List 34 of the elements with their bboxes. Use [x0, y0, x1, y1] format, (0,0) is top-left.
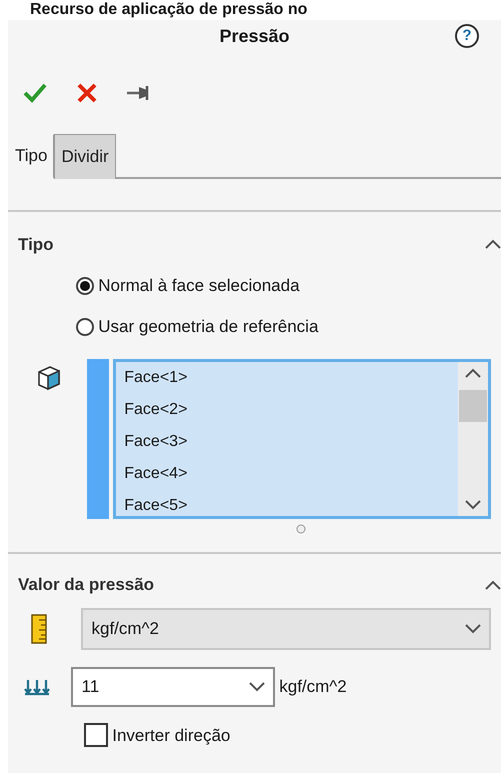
value-field[interactable]: 11: [71, 666, 275, 706]
ruler-icon: [31, 614, 47, 644]
list-item[interactable]: Face<3>: [116, 426, 458, 458]
tab[interactable]: Tipo: [8, 134, 54, 178]
unit-label: kgf/cm^2: [279, 676, 347, 698]
caret-icon[interactable]: [464, 624, 480, 634]
list-item[interactable]: Face<4>: [116, 458, 458, 490]
unit-dropdown[interactable]: kgf/cm^2: [81, 608, 491, 650]
scroll-thumb[interactable]: [459, 390, 487, 422]
list-item[interactable]: Face<2>: [116, 394, 458, 426]
caret-icon[interactable]: [248, 682, 264, 692]
list-item[interactable]: Face<1>: [116, 362, 458, 394]
option-label[interactable]: Usar geometria de referência: [98, 314, 318, 340]
tab[interactable]: Dividir: [54, 134, 116, 178]
scroll-down-icon[interactable]: [465, 500, 481, 510]
face-list[interactable]: Face<1> Face<2> Face<3> Face<4> Face<5>: [113, 359, 491, 519]
scroll-up-icon[interactable]: [465, 368, 481, 378]
collapse-icon[interactable]: [485, 239, 501, 250]
caption-text: Recurso de aplicação de pressão no: [29, 0, 308, 20]
option-label[interactable]: Normal à face selecionada: [98, 273, 300, 299]
checkbox-label[interactable]: Inverter direção: [112, 722, 230, 748]
list-item[interactable]: Face<5>: [116, 490, 458, 516]
help-button[interactable]: ?: [455, 24, 479, 48]
section-title: Tipo: [18, 234, 54, 256]
panel-title: Pressão: [219, 24, 290, 48]
radio-button[interactable]: [76, 277, 94, 295]
scrollbar[interactable]: [458, 362, 488, 516]
checkbox[interactable]: [84, 723, 108, 748]
collapse-icon[interactable]: [485, 580, 501, 590]
pressure-icon: [23, 678, 51, 696]
cube-icon: [37, 365, 61, 391]
resize-handle[interactable]: [296, 524, 306, 534]
section-title: Valor da pressão: [18, 574, 154, 596]
radio-button[interactable]: [76, 318, 94, 336]
